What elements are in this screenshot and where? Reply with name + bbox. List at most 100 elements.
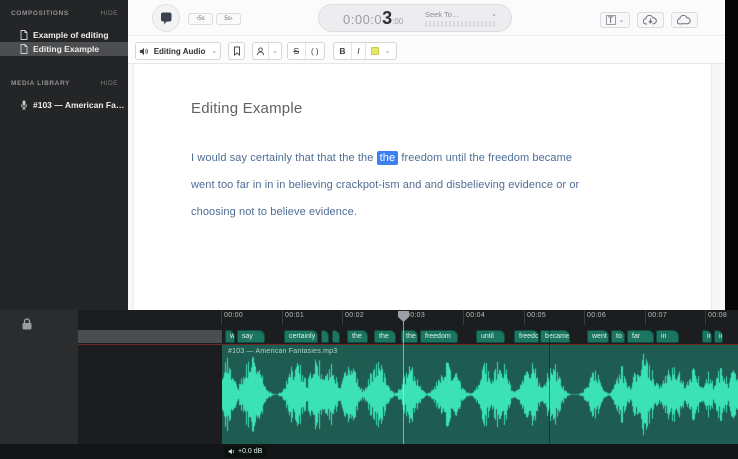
timecode-display: 0:00:03:00 <box>343 8 403 29</box>
document-title[interactable]: Editing Example <box>191 100 654 117</box>
word-segment[interactable]: in <box>656 330 679 343</box>
transcript-line[interactable]: choosing not to believe evidence. <box>191 199 654 226</box>
flag-icon <box>160 11 173 25</box>
skip-forward-5s-button[interactable]: 5s› <box>216 13 241 25</box>
word-segment[interactable] <box>321 330 329 343</box>
text-style-group[interactable]: B I ⌄ <box>333 42 397 60</box>
transcript-line[interactable]: I would say certainly that that the the … <box>191 145 654 172</box>
cloud-sync-button[interactable] <box>671 12 698 28</box>
text-style-button[interactable]: T ⌄ <box>600 12 630 28</box>
word-segment[interactable]: to <box>611 330 625 343</box>
italic-button[interactable]: I <box>357 46 359 56</box>
highlight-color-swatch[interactable] <box>371 47 379 55</box>
word-segment[interactable]: freedom <box>514 330 539 343</box>
word-segment[interactable]: say <box>237 330 265 343</box>
timecode-seconds: 3 <box>382 8 392 28</box>
selected-word[interactable]: the <box>377 151 399 165</box>
word-track-header[interactable] <box>78 330 222 343</box>
chevron-down-icon: ⌄ <box>619 17 625 24</box>
play-flag-button[interactable] <box>152 4 180 32</box>
word-segment[interactable]: freedom <box>420 330 458 343</box>
word-segment[interactable]: until <box>476 330 505 343</box>
bookmark-button[interactable] <box>228 42 245 60</box>
speaker-assign-button[interactable]: ⌄ <box>252 42 282 60</box>
document-icon <box>20 44 28 54</box>
document-area: Editing Example I would say certainly th… <box>128 64 725 310</box>
speaker-icon <box>228 448 235 455</box>
divider <box>365 43 366 59</box>
ruler-time-label: 00:05 <box>527 312 546 319</box>
ruler-tick <box>282 310 283 325</box>
divider <box>305 43 306 59</box>
timecode-frames: :00 <box>392 17 403 26</box>
bold-button[interactable]: B <box>339 46 345 56</box>
word-segment[interactable]: certainly <box>284 330 318 343</box>
word-segment[interactable]: the <box>374 330 396 343</box>
seek-to-dropdown[interactable]: Seek To… ⌄ <box>425 10 497 27</box>
app-window: COMPOSITIONS HIDE Example of editing Editin… <box>0 0 738 459</box>
word-segment[interactable]: the <box>347 330 368 343</box>
clip-name-label: #103 — American Fantasies.mp3 <box>228 348 337 355</box>
transcript-line[interactable]: went too far in in in believing crackpot… <box>191 172 654 199</box>
text-tool-icon: T <box>606 15 616 25</box>
ruler-time-label: 00:07 <box>648 312 667 319</box>
chevron-down-icon: ⌄ <box>491 11 497 18</box>
sidebar-item-label: Editing Example <box>33 44 99 54</box>
section-title: MEDIA LIBRARY <box>11 80 70 87</box>
transport-toolbar: ‹5s 5s› 0:00:03:00 Seek To… ⌄ T ⌄ <box>128 0 725 36</box>
word-segment[interactable]: w <box>225 330 235 343</box>
parentheses-button[interactable]: ( ) <box>311 47 319 56</box>
ruler-time-label: 00:02 <box>345 312 364 319</box>
timecode-prefix: 0:00:0 <box>343 12 382 27</box>
sidebar-item-label: #103 — American Fa… <box>33 100 124 110</box>
transcript-text[interactable]: I would say certainly that that the the … <box>191 145 654 226</box>
ruler-time-label: 00:00 <box>224 312 243 319</box>
word-segment[interactable]: far <box>627 330 654 343</box>
sidebar-item-label: Example of editing <box>33 30 109 40</box>
word-segment[interactable]: became <box>540 330 570 343</box>
bookmark-icon <box>233 46 241 56</box>
chevron-down-icon: ⌄ <box>211 48 217 55</box>
editing-mode-label: Editing Audio <box>154 47 206 56</box>
editing-mode-dropdown[interactable]: Editing Audio ⌄ <box>135 42 221 60</box>
sidebar: COMPOSITIONS HIDE Example of editing Editin… <box>0 0 128 310</box>
document-icon <box>20 30 28 40</box>
word-segment[interactable]: went <box>587 330 609 343</box>
gain-control[interactable]: +0.0 dB <box>224 446 266 457</box>
sidebar-item[interactable]: #103 — American Fa… <box>0 98 128 112</box>
hide-section-button[interactable]: HIDE <box>100 80 118 87</box>
sidebar-item[interactable]: Example of editing <box>0 28 128 42</box>
clip-split-line <box>549 330 550 444</box>
speaker-icon <box>139 47 148 56</box>
skip-back-5s-button[interactable]: ‹5s <box>188 13 213 25</box>
document-page[interactable]: Editing Example I would say certainly th… <box>133 64 712 310</box>
ruler-tick <box>463 310 464 325</box>
lock-icon[interactable] <box>20 317 34 331</box>
ruler-tick <box>524 310 525 325</box>
edit-tools-group[interactable]: S ( ) <box>287 42 325 60</box>
hide-section-button[interactable]: HIDE <box>100 10 118 17</box>
playhead-marker[interactable] <box>398 311 409 322</box>
ruler-time-label: 00:06 <box>587 312 606 319</box>
track-header-panel <box>0 310 78 448</box>
ruler-tick <box>645 310 646 325</box>
strikethrough-button[interactable]: S <box>293 46 299 56</box>
waveform[interactable] <box>222 345 738 444</box>
divider <box>351 43 352 59</box>
section-title: COMPOSITIONS <box>11 10 69 17</box>
word-segment[interactable]: in <box>714 330 723 343</box>
cloud-download-button[interactable] <box>637 12 664 28</box>
scrub-strip[interactable] <box>425 21 497 27</box>
sidebar-section-header: COMPOSITIONS HIDE <box>0 6 128 20</box>
chevron-down-icon: ⌄ <box>385 48 391 55</box>
ruler-time-label: 00:01 <box>285 312 304 319</box>
format-toolbar: Editing Audio ⌄ ⌄ S ( ) <box>128 37 725 64</box>
sidebar-item[interactable]: Editing Example <box>0 42 128 56</box>
word-segment[interactable] <box>332 330 340 343</box>
ruler-tick <box>342 310 343 325</box>
word-segment[interactable]: in <box>702 330 712 343</box>
cloud-download-icon <box>643 15 658 25</box>
cloud-icon <box>677 15 692 25</box>
sidebar-section-header: MEDIA LIBRARY HIDE <box>0 76 128 90</box>
playhead-line[interactable] <box>403 311 404 444</box>
